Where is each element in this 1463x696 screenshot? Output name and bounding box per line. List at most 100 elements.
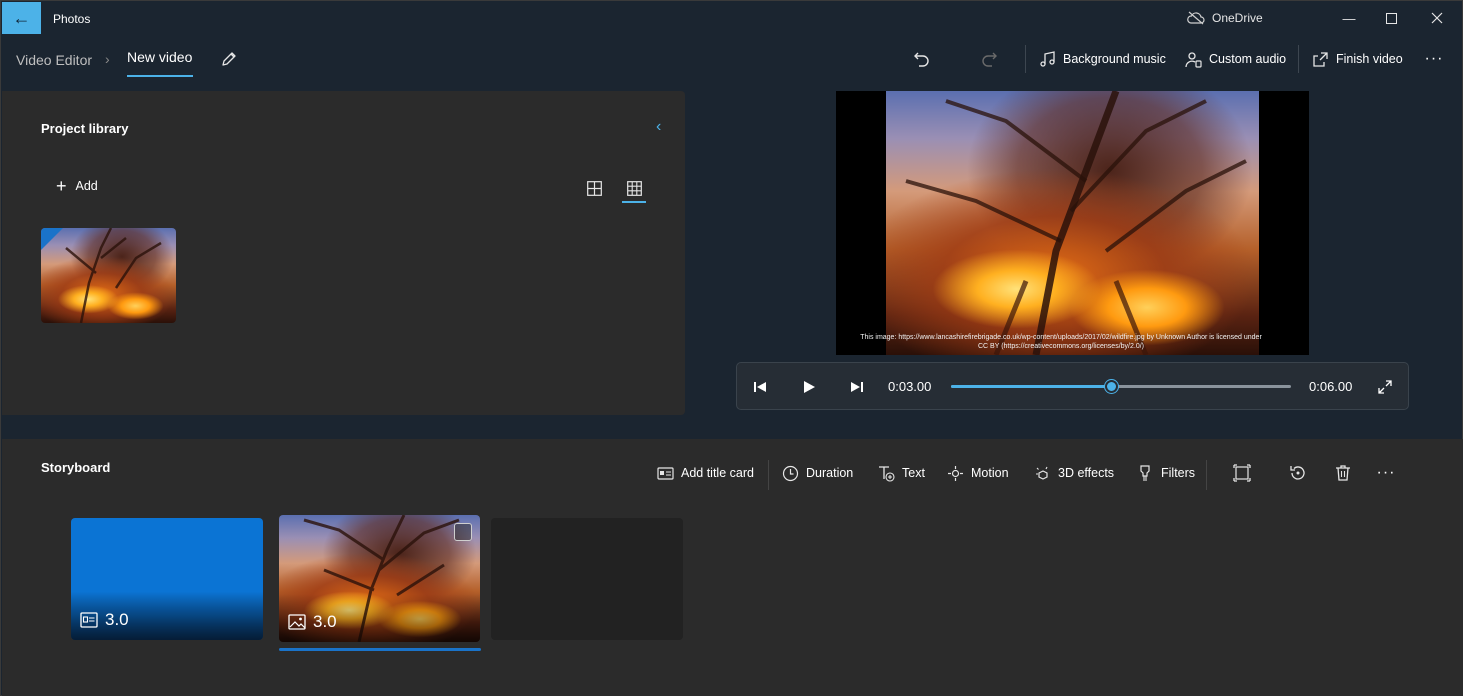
breadcrumb-video-editor[interactable]: Video Editor (16, 52, 92, 68)
title-card-icon (80, 612, 98, 628)
clip-select-checkbox[interactable] (454, 523, 472, 541)
text-button[interactable]: Text (878, 463, 925, 483)
filters-button[interactable]: Filters (1137, 463, 1195, 483)
play-icon (804, 381, 815, 393)
more-options-button[interactable]: ··· (1422, 47, 1446, 71)
chevron-left-icon: ‹ (656, 118, 662, 135)
skip-forward-icon (851, 382, 863, 392)
undo-icon (914, 52, 929, 67)
image-icon (288, 614, 306, 630)
total-time: 0:06.00 (1309, 379, 1353, 394)
breadcrumb-project-name[interactable]: New video (127, 49, 192, 65)
preview-image (886, 91, 1259, 355)
breadcrumb-underline (127, 75, 193, 77)
in-project-marker (41, 228, 63, 250)
current-time: 0:03.00 (888, 379, 932, 394)
finish-video-label: Finish video (1336, 52, 1403, 66)
more-icon: ··· (1424, 50, 1444, 67)
undo-button[interactable] (910, 47, 934, 71)
close-button[interactable] (1414, 1, 1460, 35)
redo-icon (982, 52, 997, 67)
motion-label: Motion (971, 466, 1009, 480)
image-attribution-caption: This image: https://www.lancashirefirebr… (860, 334, 1262, 350)
3d-effects-icon (1036, 466, 1048, 480)
add-title-card-button[interactable]: Add title card (657, 463, 754, 483)
delete-button[interactable] (1332, 462, 1354, 484)
title-card-clip[interactable]: 3.0 (71, 518, 263, 640)
storyboard-more-button[interactable]: ··· (1375, 462, 1397, 484)
pencil-icon (222, 52, 236, 66)
redo-button[interactable] (977, 47, 1001, 71)
command-divider (1025, 45, 1026, 73)
clock-icon (782, 465, 799, 481)
share-export-icon (1313, 51, 1328, 67)
music-note-icon (1040, 50, 1055, 67)
skip-back-icon (754, 382, 766, 392)
close-icon (1431, 12, 1443, 24)
crop-button[interactable] (1231, 462, 1253, 484)
chevron-right-icon: › (105, 51, 110, 67)
collapse-library-button[interactable]: ‹ (656, 118, 661, 136)
add-media-button[interactable]: + Add (56, 177, 98, 195)
previous-frame-button[interactable] (749, 376, 771, 398)
plus-icon: + (56, 176, 67, 196)
clip-selected-indicator (279, 648, 481, 651)
filter-icon (1140, 464, 1150, 481)
custom-audio-label: Custom audio (1209, 52, 1287, 66)
3d-effects-label: 3D effects (1058, 466, 1115, 480)
clip-duration-label: 3.0 (288, 612, 337, 632)
large-grid-view-button[interactable] (582, 177, 606, 199)
title-bar: ← Photos OneDrive — (1, 1, 1463, 37)
onedrive-status[interactable]: OneDrive (1187, 11, 1263, 25)
crop-resize-icon (1233, 464, 1251, 482)
library-media-thumbnail[interactable] (41, 228, 176, 323)
motion-button[interactable]: Motion (947, 463, 1009, 483)
clip-duration: 3.0 (105, 610, 129, 629)
command-bar: Video Editor › New video Background musi… (1, 37, 1463, 89)
image-clip[interactable]: 3.0 (279, 515, 480, 642)
cloud-off-icon (1187, 11, 1205, 25)
arrow-left-icon: ← (12, 7, 31, 28)
maximize-icon (1385, 12, 1397, 24)
rename-button[interactable] (219, 49, 239, 69)
fullscreen-button[interactable] (1374, 376, 1396, 398)
project-library-panel: Project library ‹ + Add (2, 91, 685, 415)
text-add-icon (879, 465, 895, 482)
background-music-label: Background music (1063, 52, 1166, 66)
clip-duration-label: 3.0 (80, 610, 129, 630)
minimize-button[interactable]: — (1326, 1, 1372, 35)
storyboard-title: Storyboard (41, 460, 111, 475)
text-label: Text (902, 466, 925, 480)
3d-effects-button[interactable]: 3D effects (1034, 463, 1114, 483)
seek-thumb[interactable] (1104, 380, 1118, 393)
wildfire-image (886, 91, 1259, 355)
filters-label: Filters (1161, 466, 1196, 480)
clip-duration: 3.0 (313, 612, 337, 631)
background-music-button[interactable]: Background music (1039, 47, 1166, 71)
add-title-card-label: Add title card (681, 466, 754, 480)
onedrive-label: OneDrive (1212, 11, 1263, 25)
small-grid-view-button[interactable] (622, 177, 646, 199)
view-selected-indicator (622, 201, 646, 203)
finish-video-button[interactable]: Finish video (1312, 47, 1403, 71)
motion-icon (948, 465, 963, 481)
add-media-label: Add (75, 179, 98, 193)
play-button[interactable] (798, 376, 820, 398)
rotate-button[interactable] (1287, 462, 1309, 484)
storyboard-divider (1206, 460, 1207, 490)
next-frame-button[interactable] (846, 376, 868, 398)
playback-controls: 0:03.00 0:06.00 (736, 362, 1409, 410)
custom-audio-button[interactable]: Custom audio (1185, 47, 1286, 71)
storyboard-panel: Storyboard Add title card Duration Text … (2, 439, 1463, 696)
project-library-title: Project library (41, 121, 129, 136)
seek-slider[interactable] (951, 380, 1291, 393)
duration-button[interactable]: Duration (782, 463, 853, 483)
duration-label: Duration (806, 466, 854, 480)
maximize-button[interactable] (1368, 1, 1414, 35)
command-divider (1298, 45, 1299, 73)
video-preview[interactable]: This image: https://www.lancashirefirebr… (836, 91, 1309, 355)
app-title: Photos (53, 12, 91, 26)
empty-clip-slot[interactable] (491, 518, 683, 640)
back-button[interactable]: ← (2, 2, 41, 34)
minimize-icon: — (1342, 10, 1356, 26)
